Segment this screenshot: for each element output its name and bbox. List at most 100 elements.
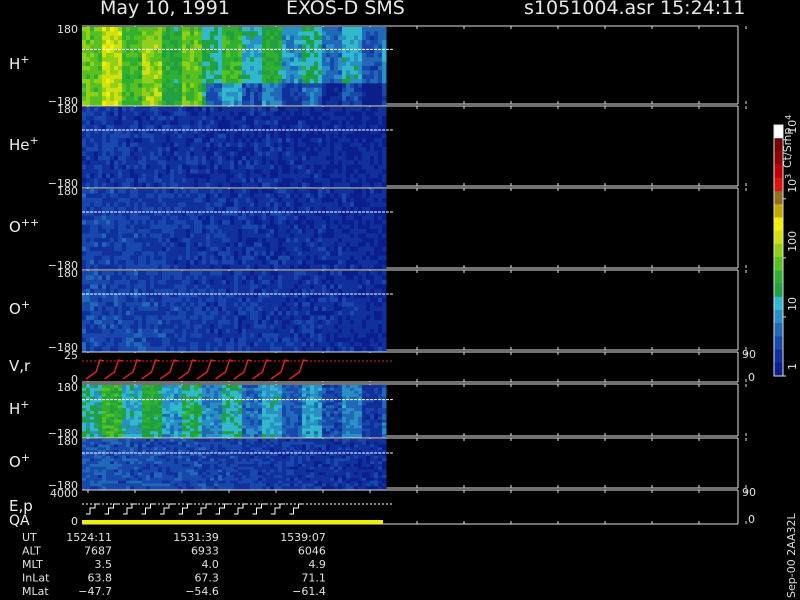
heatmap-cell (230, 147, 235, 152)
heatmap-cell (306, 100, 311, 106)
heatmap-cell (158, 151, 163, 157)
heatmap-cell (294, 182, 299, 188)
heatmap-cell (242, 215, 247, 221)
heatmap-cell (318, 260, 323, 266)
heatmap-cell (310, 160, 315, 166)
heatmap-cell (210, 27, 215, 32)
heatmap-cell (234, 297, 239, 303)
heatmap-cell (94, 100, 99, 106)
heatmap-cell (138, 242, 143, 248)
heatmap-cell (314, 115, 319, 121)
heatmap-cell (114, 178, 119, 184)
heatmap-cell (310, 138, 315, 144)
heatmap-cell (362, 215, 367, 221)
heatmap-cell (354, 70, 359, 76)
heatmap-cell (94, 138, 99, 144)
heatmap-cell (214, 74, 219, 80)
heatmap-cell (342, 96, 347, 102)
heatmap-cell (118, 53, 123, 58)
heatmap-cell (282, 147, 287, 152)
heatmap-cell (322, 57, 327, 63)
heatmap-cell (126, 100, 131, 106)
heatmap-cell (226, 264, 231, 270)
heatmap-cell (382, 178, 387, 184)
heatmap-cell (114, 189, 119, 194)
heatmap-cell (166, 147, 171, 152)
heatmap-cell (174, 142, 179, 148)
heatmap-cell (166, 197, 171, 203)
heatmap-cell (282, 151, 287, 157)
heatmap-cell (218, 306, 223, 312)
heatmap-cell (158, 40, 163, 45)
heatmap-cell (142, 53, 147, 58)
heatmap-cell (230, 92, 235, 97)
heatmap-cell (126, 35, 131, 41)
heatmap-cell (198, 115, 203, 121)
heatmap-cell (338, 96, 343, 102)
heatmap-cell (346, 151, 351, 157)
heatmap-cell (82, 173, 87, 179)
heatmap-cell (122, 260, 127, 266)
heatmap-cell (166, 92, 171, 97)
heatmap-cell (106, 40, 111, 45)
heatmap-cell (358, 115, 363, 121)
heatmap-cell (350, 79, 355, 84)
heatmap-cell (138, 246, 143, 252)
heatmap-cell (98, 173, 103, 179)
heatmap-cell (254, 70, 259, 76)
heatmap-cell (98, 107, 103, 112)
heatmap-cell (362, 120, 367, 126)
heatmap-cell (190, 302, 195, 308)
heatmap-cell (110, 337, 115, 343)
heatmap-cell (106, 206, 111, 212)
heatmap-cell (194, 74, 199, 80)
heatmap-cell (234, 251, 239, 257)
heatmap-cell (134, 83, 139, 89)
heatmap-cell (206, 70, 211, 76)
heatmap-cell (318, 138, 323, 144)
heatmap-cell (282, 35, 287, 41)
heatmap-cell (86, 182, 91, 188)
heatmap-cell (158, 173, 163, 179)
heatmap-cell (246, 182, 251, 188)
heatmap-cell (366, 92, 371, 97)
heatmap-cell (190, 151, 195, 157)
heatmap-cell (178, 124, 183, 130)
heatmap-cell (290, 87, 295, 93)
heatmap-cell (178, 206, 183, 212)
heatmap-cell (306, 202, 311, 208)
heatmap-cell (262, 35, 267, 41)
heatmap-cell (306, 173, 311, 179)
heatmap-cell (230, 169, 235, 175)
heatmap-cell (382, 96, 387, 102)
heatmap-cell (190, 189, 195, 194)
heatmap-cell (354, 160, 359, 166)
heatmap-cell (306, 66, 311, 71)
heatmap-cell (190, 61, 195, 67)
heatmap-cell (382, 151, 387, 157)
heatmap-cell (234, 178, 239, 184)
heatmap-cell (326, 237, 331, 243)
heatmap-cell (142, 79, 147, 84)
heatmap-cell (102, 279, 107, 285)
heatmap-cell (118, 66, 123, 71)
heatmap-cell (306, 115, 311, 121)
heatmap-cell (182, 178, 187, 184)
heatmap-cell (362, 151, 367, 157)
heatmap-cell (262, 164, 267, 170)
y-tick-label-top: 180 (57, 185, 78, 198)
heatmap-cell (258, 133, 263, 139)
heatmap-cell (334, 215, 339, 221)
heatmap-cell (294, 206, 299, 212)
heatmap-cell (178, 202, 183, 208)
heatmap-cell (358, 124, 363, 130)
heatmap-cell (334, 44, 339, 50)
heatmap-cell (122, 333, 127, 339)
heatmap-cell (302, 120, 307, 126)
heatmap-cell (322, 264, 327, 270)
heatmap-cell (114, 133, 119, 139)
heatmap-cell (114, 275, 119, 281)
heatmap-cell (182, 31, 187, 37)
heatmap-cell (190, 255, 195, 261)
heatmap-cell (218, 302, 223, 308)
